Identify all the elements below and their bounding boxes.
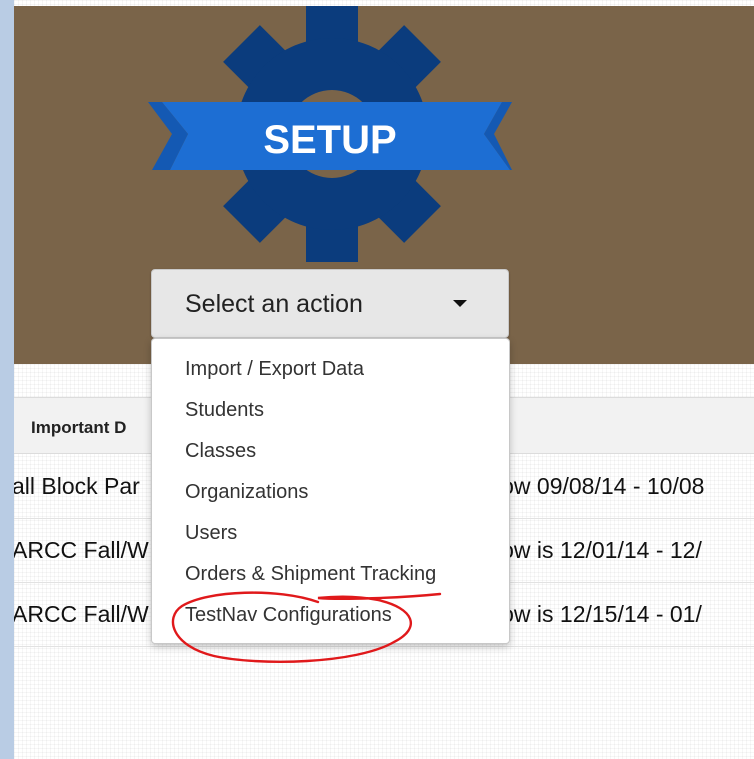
setup-page: SETUP Select an action Important D all B… <box>14 0 754 759</box>
menu-item-classes[interactable]: Classes <box>152 436 509 477</box>
select-action-label: Select an action <box>185 290 363 318</box>
row-window: low is 12/15/14 - 01/ <box>496 601 702 627</box>
row-window: low 09/08/14 - 10/08 <box>496 473 705 499</box>
menu-item-testnav-configurations[interactable]: TestNav Configurations <box>152 600 509 641</box>
row-name: all Block Par <box>14 473 140 499</box>
row-window: low is 12/01/14 - 12/ <box>496 537 702 563</box>
menu-item-import-export-data[interactable]: Import / Export Data <box>152 354 509 395</box>
important-dates-column-title: Important D <box>31 418 127 437</box>
setup-hero-banner: SETUP Select an action <box>14 6 754 364</box>
caret-down-icon <box>453 300 467 307</box>
select-action-button[interactable]: Select an action <box>151 269 509 338</box>
setup-banner-text: SETUP <box>263 118 396 162</box>
row-name: ARCC Fall/W <box>14 537 149 563</box>
menu-item-students[interactable]: Students <box>152 395 509 436</box>
menu-item-organizations[interactable]: Organizations <box>152 477 509 518</box>
row-name: ARCC Fall/W <box>14 601 149 627</box>
menu-item-orders-shipment-tracking[interactable]: Orders & Shipment Tracking <box>152 559 509 600</box>
menu-item-users[interactable]: Users <box>152 518 509 559</box>
gear-icon: SETUP <box>148 6 512 262</box>
action-dropdown-menu: Import / Export Data Students Classes Or… <box>151 338 510 644</box>
